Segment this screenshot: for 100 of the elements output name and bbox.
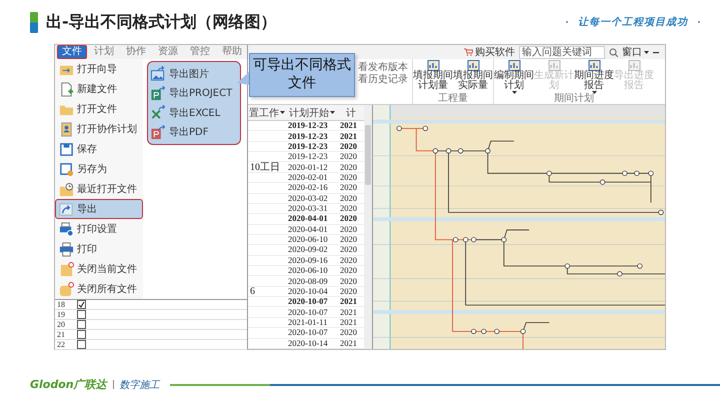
table-cell-text: 2020 — [339, 328, 358, 338]
minimize-icon[interactable] — [653, 50, 659, 54]
file-menu-item[interactable]: 打印 — [55, 239, 143, 259]
window-menu-button[interactable]: 窗口 — [622, 45, 649, 59]
calendar-chart-icon — [426, 60, 440, 71]
p-file-arrow-icon — [150, 86, 166, 101]
table-cell-text: 2020-02-16 — [287, 183, 329, 193]
file-menu-item[interactable]: 打印设置 — [55, 219, 143, 239]
table-cell-text: 2020-09-02 — [287, 245, 329, 255]
table-cell-text: 2019-12-23 — [287, 131, 329, 141]
buy-software-link[interactable]: 购买软件 — [464, 45, 515, 59]
ribbon-button[interactable]: 期间进度报告 — [574, 59, 614, 94]
table-cell-text: 2020-03-02 — [287, 194, 329, 203]
row-number: 19 — [56, 310, 66, 319]
export-menu-item[interactable]: 导出EXCEL — [150, 105, 238, 120]
table-cell-text: 2020 — [339, 276, 358, 286]
table-cell-text: 2020-10-07 — [287, 328, 329, 338]
table-cell-text: 2020-06-10 — [287, 234, 329, 244]
caret-icon — [644, 50, 649, 54]
printer-icon — [59, 242, 74, 256]
row-number: 22 — [56, 340, 66, 349]
export-menu-item[interactable]: 导出PROJECT — [150, 86, 238, 101]
export-menu-item[interactable]: 导出PDF — [150, 124, 238, 140]
x-file-arrow-icon — [150, 105, 166, 120]
table-cell-text: 2021-01-11 — [287, 318, 328, 328]
caret-icon — [280, 111, 285, 114]
cart-icon — [464, 48, 473, 56]
title-marker — [30, 12, 38, 32]
table-cell-text: 2020-10-07 — [287, 297, 329, 306]
ribbon-link[interactable]: 看历史记录 — [358, 75, 408, 85]
ribbon-button[interactable]: 填报期间计划量 — [413, 59, 453, 94]
column-header[interactable]: 计 — [338, 105, 364, 120]
checkbox[interactable] — [77, 310, 86, 319]
table-cell-text: 6 — [249, 286, 256, 296]
checkbox[interactable] — [77, 330, 86, 339]
table-cell-text: 2020-03-31 — [287, 204, 329, 214]
tagline: 数字施工 — [120, 378, 160, 392]
table-cell-text: 2020-09-16 — [287, 256, 329, 266]
column-header[interactable]: 置工作 — [248, 105, 286, 120]
table-cell-text: 2020 — [339, 214, 358, 224]
checkbox[interactable] — [77, 300, 86, 309]
menu-tab[interactable]: 帮助 — [217, 45, 247, 59]
menu-tab[interactable]: 资源 — [153, 45, 183, 59]
table-cell-text: 2020-04-01 — [287, 224, 329, 234]
table-cell-text: 2021 — [339, 318, 358, 328]
caret-icon — [512, 91, 516, 94]
ribbon-group-label: 工程量 — [437, 94, 469, 104]
table-cell-text: 2020-04-01 — [287, 214, 329, 224]
picture-arrow-icon — [150, 66, 166, 82]
table-cell-text: 2019-12-23 — [287, 121, 329, 130]
file-menu-item[interactable]: 关闭当前文件 — [55, 259, 143, 279]
close-all-icon — [59, 282, 74, 296]
table-cell-text: 2020 — [339, 142, 358, 152]
ribbon-group-label: 期间计划 — [553, 94, 595, 104]
ribbon-button[interactable]: 编制期间计划 — [494, 59, 534, 94]
menu-tab[interactable]: 文件 — [57, 45, 87, 59]
table-cell-text: 2019-12-23 — [287, 152, 329, 162]
table-cell-text: 2020-10-14 — [287, 338, 329, 348]
checkbox[interactable] — [77, 340, 86, 349]
row-number: 20 — [56, 320, 66, 329]
table-cell-text: 2020-10-07 — [287, 307, 329, 317]
slogan: 让每一个工程项目成功 — [578, 16, 688, 29]
recent-folder-icon — [59, 182, 74, 196]
column-header[interactable]: 计划开始 — [286, 105, 338, 120]
table-cell-text: 2020 — [339, 234, 358, 244]
p-document-arrow-icon — [150, 124, 166, 140]
caret-icon — [592, 91, 596, 94]
table-cell-text: 2020 — [339, 245, 358, 255]
table-cell-text: 2021 — [339, 307, 358, 317]
file-menu-item[interactable]: 打开协作计划 — [55, 119, 143, 139]
row-number: 18 — [56, 300, 66, 309]
file-menu-item[interactable]: 打开文件 — [55, 99, 143, 119]
file-menu-item[interactable]: 另存为 — [55, 159, 143, 179]
caret-icon — [330, 111, 335, 114]
table-cell-text: 2021 — [339, 338, 358, 348]
table-cell-text: 2020 — [339, 286, 358, 296]
table-cell-text: 2021 — [339, 297, 358, 306]
row-number: 21 — [56, 330, 66, 339]
file-menu-item[interactable]: 保存 — [55, 139, 143, 159]
file-menu-item[interactable]: 新建文件 — [55, 79, 143, 99]
menu-tab[interactable]: 管控 — [185, 45, 215, 59]
file-menu-item[interactable]: 导出 — [55, 199, 143, 219]
file-menu-item[interactable]: 打开向导 — [55, 59, 143, 79]
table-cell-text: 2020 — [339, 162, 358, 172]
export-menu-item[interactable]: 导出图片 — [150, 66, 238, 82]
table-cell-text: 2020-02-01 — [287, 172, 329, 182]
table-cell-text: 2020-06-10 — [287, 266, 329, 276]
checkbox[interactable] — [77, 320, 86, 329]
close-file-icon — [59, 262, 74, 276]
file-menu-item[interactable]: 关闭所有文件 — [55, 279, 143, 299]
menu-tab[interactable]: 计划 — [89, 45, 119, 59]
file-menu-item[interactable]: 最近打开文件 — [55, 179, 143, 199]
table-cell-text: 2020 — [339, 266, 358, 276]
contact-file-icon — [59, 122, 74, 136]
ribbon-button[interactable]: 填报期间实际量 — [453, 59, 493, 94]
menu-tab[interactable]: 协作 — [121, 45, 151, 59]
scrollbar[interactable] — [364, 105, 372, 349]
table-cell-text: 2020 — [339, 183, 358, 193]
ribbon-link[interactable]: 看发布版本 — [358, 63, 408, 73]
search-icon[interactable] — [609, 48, 618, 56]
